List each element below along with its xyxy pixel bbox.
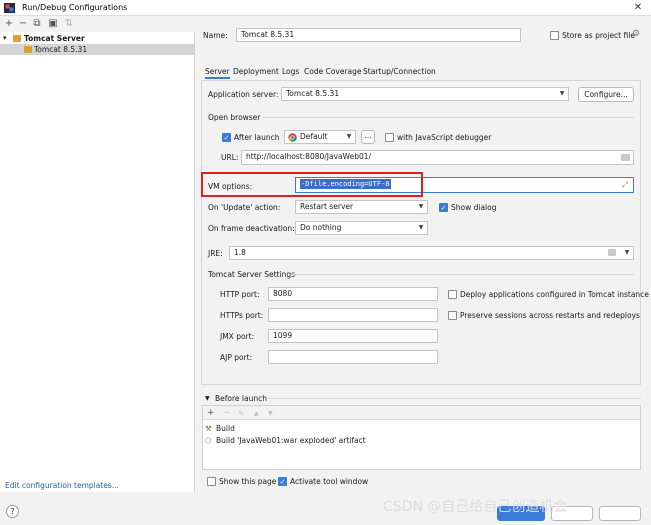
chevron-down-icon[interactable]: ▼ <box>416 223 426 233</box>
tab-startup-connection[interactable]: Startup/Connection <box>363 66 436 77</box>
divider <box>292 274 634 275</box>
tree-item-label: Tomcat 8.5.31 <box>34 45 88 54</box>
move-up-icon[interactable]: ▲ <box>254 408 259 419</box>
https-port-field[interactable] <box>268 308 438 322</box>
edit-icon[interactable]: ✎ <box>238 408 244 419</box>
show-page-checkbox[interactable] <box>207 477 216 486</box>
artifact-icon: ⬡ <box>205 436 212 445</box>
watermark-text: CSDN @自己给自己创造机会 <box>383 499 568 515</box>
activate-tool-window-label: Activate tool window <box>290 477 369 486</box>
url-field[interactable]: http://localhost:8080/JavaWeb01/ <box>241 150 634 165</box>
folder-icon[interactable] <box>608 249 616 256</box>
preserve-sessions-label: Preserve sessions across restarts and re… <box>460 311 640 320</box>
js-debugger-checkbox[interactable] <box>385 133 394 142</box>
divider <box>267 398 641 399</box>
hammer-icon: ⚒ <box>205 424 212 433</box>
tomcat-icon <box>13 35 21 42</box>
chrome-icon <box>288 133 297 142</box>
jre-field[interactable]: 1.8 <box>229 246 634 260</box>
config-tree <box>0 32 195 492</box>
copy-config-icon[interactable]: ⧉ <box>30 16 44 31</box>
https-port-label: HTTPs port: <box>220 311 264 320</box>
open-browser-label: Open browser <box>208 113 261 122</box>
js-debugger-label: with JavaScript debugger <box>397 133 492 142</box>
tomcat-settings-label: Tomcat Server Settings <box>208 270 295 279</box>
name-field[interactable]: Tomcat 8.5.31 <box>236 28 521 42</box>
app-server-label: Application server: <box>208 90 279 99</box>
tab-server[interactable]: Server <box>205 66 230 79</box>
configure-button[interactable]: Configure... <box>578 87 634 102</box>
url-label: URL: <box>221 153 239 162</box>
add-icon[interactable]: + <box>207 408 215 419</box>
show-page-label: Show this page <box>219 477 277 486</box>
add-config-icon[interactable]: + <box>2 16 16 31</box>
frame-deactivation-select[interactable]: Do nothing <box>295 221 428 235</box>
ajp-port-field[interactable] <box>268 350 438 364</box>
close-icon[interactable]: ✕ <box>629 1 647 15</box>
sort-icon[interactable]: ⇅ <box>62 16 76 31</box>
activate-tool-window-checkbox[interactable]: ✓ <box>278 477 287 486</box>
chevron-down-icon[interactable]: ▼ <box>557 89 567 99</box>
intellij-app-icon <box>4 3 15 13</box>
red-annotation-box <box>201 172 423 197</box>
name-label: Name: <box>203 31 228 40</box>
tree-item-label: Tomcat Server <box>24 34 85 43</box>
before-launch-title: Before launch <box>215 394 267 403</box>
remove-icon[interactable]: − <box>223 408 231 419</box>
before-launch-item-artifact[interactable]: Build 'JavaWeb01:war exploded' artifact <box>216 435 366 446</box>
update-action-label: On 'Update' action: <box>208 203 281 212</box>
tab-deployment[interactable]: Deployment <box>233 66 279 77</box>
show-dialog-checkbox[interactable]: ✓ <box>439 203 448 212</box>
chevron-down-icon[interactable]: ▼ <box>344 132 354 142</box>
tomcat-icon <box>24 46 32 53</box>
after-launch-label: After launch <box>234 133 280 142</box>
apply-button[interactable] <box>599 506 641 521</box>
tab-logs[interactable]: Logs <box>282 66 299 77</box>
show-dialog-label: Show dialog <box>451 203 497 212</box>
tab-code-coverage[interactable]: Code Coverage <box>304 66 362 77</box>
jmx-port-label: JMX port: <box>220 332 255 341</box>
folder-icon[interactable] <box>621 154 630 161</box>
after-launch-checkbox[interactable]: ✓ <box>222 133 231 142</box>
browser-more-button[interactable]: ... <box>361 130 375 144</box>
before-launch-item-build[interactable]: Build <box>216 423 235 434</box>
deploy-apps-label: Deploy applications configured in Tomcat… <box>460 290 649 299</box>
expand-icon[interactable]: ⤢ <box>622 179 628 190</box>
window-title: Run/Debug Configurations <box>22 3 128 12</box>
gear-icon[interactable]: ⚙ <box>632 29 640 40</box>
chevron-down-icon[interactable]: ▼ <box>205 393 210 404</box>
tree-item-tomcat-server[interactable]: ▾ Tomcat Server <box>0 33 194 44</box>
folder-icon[interactable]: ▣ <box>46 16 60 31</box>
http-port-label: HTTP port: <box>220 290 260 299</box>
chevron-down-icon[interactable]: ▼ <box>416 202 426 212</box>
divider <box>262 117 634 118</box>
update-action-select[interactable]: Restart server <box>295 200 428 214</box>
chevron-down-icon[interactable]: ▾ <box>3 33 7 44</box>
app-server-select[interactable]: Tomcat 8.5.31 <box>281 87 569 101</box>
remove-config-icon[interactable]: − <box>16 16 30 31</box>
frame-deactivation-label: On frame deactivation: <box>208 224 295 233</box>
http-port-field[interactable]: 8080 <box>268 287 438 301</box>
preserve-sessions-checkbox[interactable] <box>448 311 457 320</box>
tree-item-tomcat-8531[interactable]: Tomcat 8.5.31 <box>0 44 194 55</box>
jre-label: JRE: <box>208 249 223 258</box>
ajp-port-label: AJP port: <box>220 353 253 362</box>
store-project-label: Store as project file <box>562 31 635 40</box>
chevron-down-icon[interactable]: ▼ <box>622 248 632 258</box>
move-down-icon[interactable]: ▼ <box>268 408 273 419</box>
deploy-apps-checkbox[interactable] <box>448 290 457 299</box>
store-project-checkbox[interactable] <box>550 31 559 40</box>
jmx-port-field[interactable]: 1099 <box>268 329 438 343</box>
edit-templates-link[interactable]: Edit configuration templates... <box>5 480 119 491</box>
help-icon[interactable]: ? <box>6 505 19 518</box>
